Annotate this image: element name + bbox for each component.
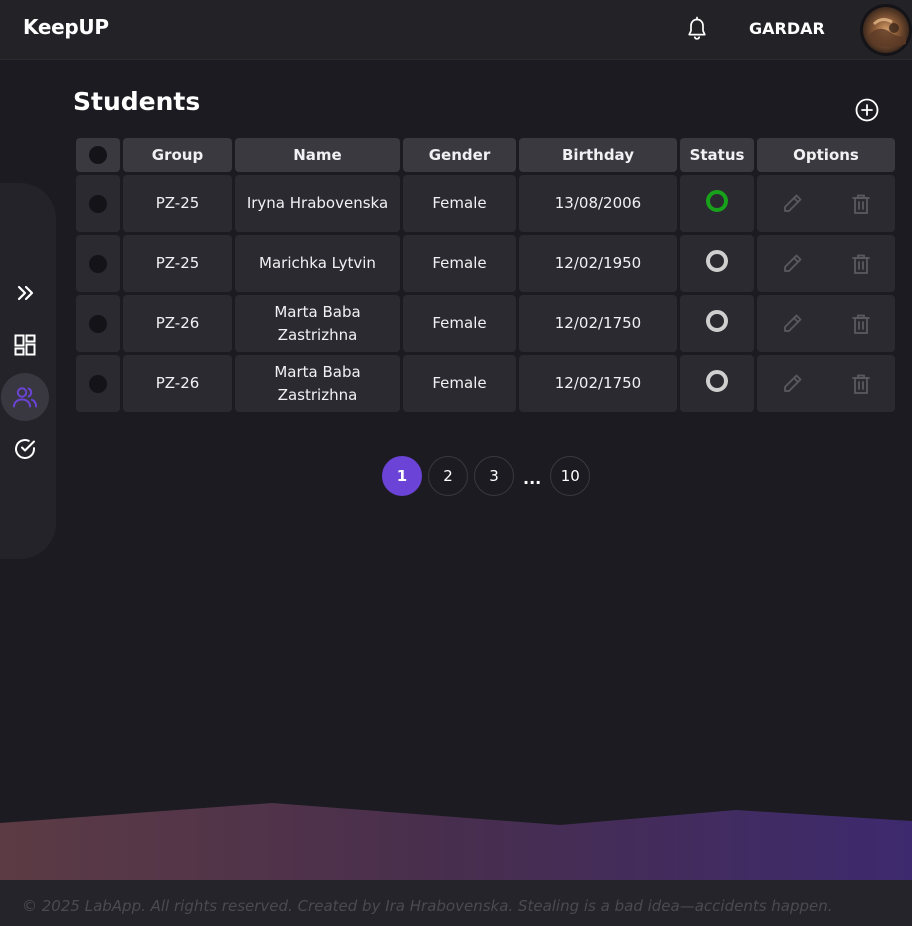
column-header-name[interactable]: Name — [235, 138, 400, 172]
column-header-birthday[interactable]: Birthday — [519, 138, 677, 172]
user-avatar[interactable] — [860, 4, 912, 56]
pencil-icon[interactable] — [781, 193, 803, 215]
plus-circle-icon[interactable] — [854, 97, 880, 123]
row-checkbox[interactable] — [89, 314, 107, 333]
check-circle-icon — [15, 439, 35, 459]
column-header-gender[interactable]: Gender — [403, 138, 516, 172]
column-header-options: Options — [757, 138, 895, 172]
birthday-cell: 12/02/1750 — [519, 295, 677, 352]
row-select-cell — [76, 175, 120, 232]
sidebar-item-students[interactable] — [1, 373, 49, 421]
status-cell — [680, 175, 754, 232]
table-row: PZ-26 Marta Baba Zastrizhna Female 12/02… — [76, 295, 895, 352]
group-cell: PZ-25 — [123, 175, 232, 232]
top-bar: KeepUP GARDAR — [0, 0, 912, 60]
page-button-1[interactable]: 1 — [382, 456, 422, 496]
table-row: PZ-26 Marta Baba Zastrizhna Female 12/02… — [76, 355, 895, 412]
gender-cell: Female — [403, 175, 516, 232]
select-all-checkbox[interactable] — [89, 146, 107, 164]
gender-cell: Female — [403, 355, 516, 412]
status-cell — [680, 355, 754, 412]
status-inactive-indicator — [706, 249, 728, 272]
birthday-cell: 13/08/2006 — [519, 175, 677, 232]
table-header-row: Group Name Gender Birthday Status Option… — [76, 138, 895, 172]
status-inactive-indicator — [706, 369, 728, 392]
group-cell: PZ-25 — [123, 235, 232, 292]
options-cell — [757, 355, 895, 412]
row-checkbox[interactable] — [89, 194, 107, 213]
pencil-icon[interactable] — [781, 373, 803, 395]
decorative-wave — [0, 803, 912, 881]
double-chevron-right-icon — [17, 285, 34, 301]
trash-icon[interactable] — [850, 193, 872, 215]
pagination: 1 2 3 ... 10 — [382, 456, 596, 496]
footer-copyright: © 2025 LabApp. All rights reserved. Crea… — [22, 897, 833, 915]
group-cell: PZ-26 — [123, 355, 232, 412]
status-inactive-indicator — [706, 309, 728, 332]
select-all-cell — [76, 138, 120, 172]
row-select-cell — [76, 235, 120, 292]
status-active-indicator — [706, 189, 728, 212]
gender-cell: Female — [403, 235, 516, 292]
students-table: Group Name Gender Birthday Status Option… — [76, 138, 895, 415]
sidebar — [0, 183, 56, 559]
row-select-cell — [76, 355, 120, 412]
row-checkbox[interactable] — [89, 374, 107, 393]
page-button-3[interactable]: 3 — [474, 456, 514, 496]
table-row: PZ-25 Marichka Lytvin Female 12/02/1950 — [76, 235, 895, 292]
page-button-last[interactable]: 10 — [550, 456, 591, 496]
options-cell — [757, 295, 895, 352]
page-button-2[interactable]: 2 — [428, 456, 468, 496]
row-checkbox[interactable] — [89, 254, 107, 273]
sidebar-item-dashboard[interactable] — [1, 321, 49, 369]
options-cell — [757, 235, 895, 292]
app-logo[interactable]: KeepUP — [23, 15, 109, 39]
birthday-cell: 12/02/1950 — [519, 235, 677, 292]
pagination-ellipsis: ... — [523, 468, 542, 488]
name-cell: Iryna Hrabovenska — [235, 175, 400, 232]
trash-icon[interactable] — [850, 373, 872, 395]
username[interactable]: GARDAR — [749, 19, 825, 38]
options-cell — [757, 175, 895, 232]
status-cell — [680, 295, 754, 352]
row-select-cell — [76, 295, 120, 352]
birthday-cell: 12/02/1750 — [519, 355, 677, 412]
footer: © 2025 LabApp. All rights reserved. Crea… — [0, 880, 912, 926]
table-row: PZ-25 Iryna Hrabovenska Female 13/08/200… — [76, 175, 895, 232]
trash-icon[interactable] — [850, 313, 872, 335]
dashboard-grid-icon — [14, 334, 36, 356]
sidebar-item-attendance[interactable] — [1, 425, 49, 473]
column-header-group[interactable]: Group — [123, 138, 232, 172]
bell-icon[interactable] — [685, 16, 709, 42]
name-cell: Marta Baba Zastrizhna — [235, 295, 400, 352]
name-cell: Marichka Lytvin — [235, 235, 400, 292]
status-cell — [680, 235, 754, 292]
group-cell: PZ-26 — [123, 295, 232, 352]
users-icon — [13, 387, 37, 408]
page-title: Students — [73, 87, 201, 116]
pencil-icon[interactable] — [781, 253, 803, 275]
sidebar-expand-button[interactable] — [1, 269, 49, 317]
pencil-icon[interactable] — [781, 313, 803, 335]
trash-icon[interactable] — [850, 253, 872, 275]
gender-cell: Female — [403, 295, 516, 352]
name-cell: Marta Baba Zastrizhna — [235, 355, 400, 412]
column-header-status[interactable]: Status — [680, 138, 754, 172]
